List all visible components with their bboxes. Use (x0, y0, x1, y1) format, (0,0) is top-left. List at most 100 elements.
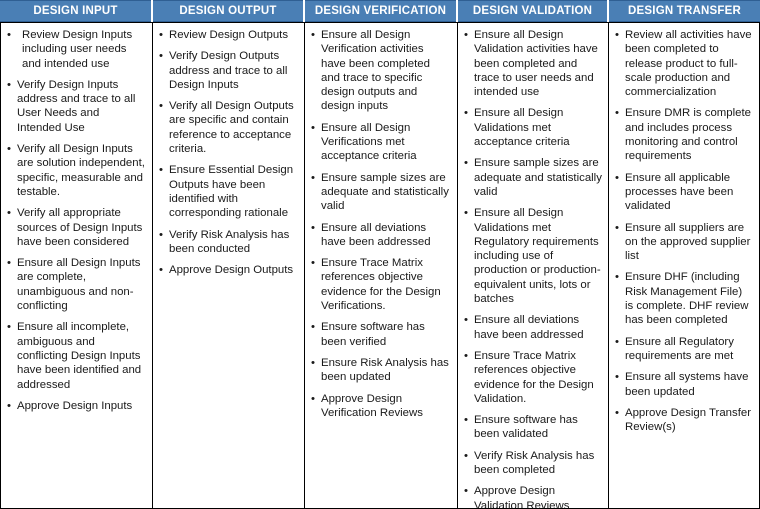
checklist-item: • Ensure all Design Inputs are complete, … (5, 256, 146, 313)
checklist-item: • Ensure sample sizes are adequate and st… (309, 171, 451, 214)
checklist-item-label: Verify Design Inputs address and trace t… (17, 78, 136, 134)
checklist-item: • Ensure Risk Analysis has been updated (309, 356, 451, 385)
checklist-item-label: Ensure all Design Verifications met acce… (321, 121, 417, 163)
bullet-icon: • (464, 485, 468, 498)
checklist-item-label: Approve Design Inputs (17, 399, 133, 412)
checklist-item-label: Review all activities have been complete… (625, 29, 752, 99)
checklist-item: • Ensure software has been validated (462, 413, 602, 442)
bullet-icon: • (464, 29, 468, 41)
table-header-row: DESIGN INPUT DESIGN OUTPUT DESIGN VERIFI… (0, 0, 760, 22)
column-header-design-validation: DESIGN VALIDATION (458, 0, 607, 22)
bullet-icon: • (615, 107, 619, 120)
bullet-icon: • (615, 335, 619, 348)
column-header-design-verification: DESIGN VERIFICATION (305, 0, 456, 22)
design-control-checklist-table: DESIGN INPUT DESIGN OUTPUT DESIGN VERIFI… (0, 0, 760, 509)
bullet-icon: • (7, 257, 11, 270)
column-body-design-input: • Review Design Inputs including user nee… (1, 23, 152, 508)
checklist-item: • Verify all Design Outputs are specific … (157, 99, 298, 156)
checklist-item-label: Approve Design Verification Reviews (321, 392, 423, 419)
checklist-item-label: Review Design Outputs (169, 29, 289, 41)
checklist-item: • Ensure all Design Validations met accep… (462, 106, 602, 149)
checklist-item: • Approve Design Verification Reviews (309, 392, 451, 421)
checklist-item: • Verify Risk Analysis has been conducted (157, 228, 298, 257)
checklist-item-label: Approve Design Validation Reviews (474, 485, 570, 508)
table-body-row: • Review Design Inputs including user nee… (0, 22, 760, 509)
checklist-item-label: Approve Design Outputs (169, 264, 294, 277)
checklist-item-label: Review Design Inputs including user need… (22, 29, 133, 70)
checklist-item-label: Ensure all applicable processes have bee… (625, 171, 734, 213)
checklist-design-input: • Review Design Inputs including user nee… (5, 28, 146, 413)
checklist-item-label: Verify Risk Analysis has been conducted (169, 228, 290, 255)
column-body-design-validation: • Ensure all Design Validation activities… (457, 23, 608, 508)
checklist-item: • Ensure all deviations have been address… (462, 313, 602, 342)
checklist-item-label: Ensure sample sizes are adequate and sta… (321, 171, 449, 213)
checklist-item: • Verify Design Outputs address and trace… (157, 49, 298, 92)
checklist-item-label: Ensure all deviations have been addresse… (321, 221, 431, 248)
checklist-design-output: • Review Design Outputs • Verify Design Out… (157, 28, 298, 277)
checklist-item-label: Ensure software has been verified (321, 321, 425, 348)
checklist-item: • Ensure all Design Verification activiti… (309, 28, 451, 114)
column-body-design-transfer: • Review all activities have been complet… (608, 23, 759, 508)
checklist-item: • Ensure all suppliers are on the approve… (613, 221, 753, 264)
checklist-item-label: Ensure Trace Matrix references objective… (474, 349, 594, 405)
bullet-icon: • (7, 29, 11, 41)
checklist-design-verification: • Ensure all Design Verification activiti… (309, 28, 451, 420)
bullet-icon: • (464, 314, 468, 327)
checklist-item-label: Ensure all Design Inputs are complete, u… (17, 257, 141, 313)
bullet-icon: • (615, 221, 619, 234)
checklist-item: • Ensure Trace Matrix references objectiv… (309, 256, 451, 313)
checklist-item: • Ensure DMR is complete and includes pro… (613, 106, 753, 163)
checklist-item-label: Ensure all Design Verification activitie… (321, 29, 430, 113)
checklist-item-label: Ensure all Design Validations met accept… (474, 107, 570, 149)
checklist-item: • Verify Risk Analysis has been completed (462, 449, 602, 478)
checklist-item-label: Ensure all Regulatory requirements are m… (625, 335, 734, 362)
column-header-design-transfer: DESIGN TRANSFER (609, 0, 760, 22)
bullet-icon: • (311, 321, 315, 334)
checklist-item: • Ensure all systems have been updated (613, 370, 753, 399)
column-header-design-input: DESIGN INPUT (0, 0, 151, 22)
checklist-item-label: Ensure all suppliers are on the approved… (625, 221, 751, 263)
checklist-item-label: Ensure all systems have been updated (625, 371, 749, 398)
checklist-design-transfer: • Review all activities have been complet… (613, 28, 753, 434)
bullet-icon: • (7, 78, 11, 91)
checklist-item-label: Ensure software has been validated (474, 414, 578, 441)
checklist-item-label: Verify all Design Inputs are solution in… (17, 143, 145, 198)
checklist-item: • Ensure all Design Validation activities… (462, 28, 602, 99)
checklist-item: • Review Design Inputs including user nee… (5, 28, 146, 71)
checklist-item: • Ensure sample sizes are adequate and st… (462, 156, 602, 199)
bullet-icon: • (311, 121, 315, 134)
checklist-item-label: Verify all appropriate sources of Design… (17, 207, 143, 248)
checklist-item: • Verify all Design Inputs are solution i… (5, 142, 146, 199)
bullet-icon: • (7, 399, 11, 412)
bullet-icon: • (615, 406, 619, 419)
bullet-icon: • (464, 349, 468, 362)
bullet-icon: • (464, 207, 468, 220)
bullet-icon: • (311, 171, 315, 184)
bullet-icon: • (615, 271, 619, 284)
bullet-icon: • (311, 392, 315, 405)
checklist-item: • Ensure all incomplete, ambiguous and co… (5, 320, 146, 391)
checklist-item: • Ensure all applicable processes have be… (613, 171, 753, 214)
checklist-item: • Review Design Outputs (157, 28, 298, 42)
bullet-icon: • (311, 356, 315, 369)
checklist-item: • Ensure all Design Validations met Regul… (462, 206, 602, 306)
checklist-item-label: Ensure Essential Design Outputs have bee… (169, 164, 294, 220)
bullet-icon: • (311, 257, 315, 270)
bullet-icon: • (159, 29, 163, 41)
checklist-item: • Review all activities have been complet… (613, 28, 753, 99)
bullet-icon: • (159, 50, 163, 63)
checklist-item-label: Approve Design Transfer Review(s) (625, 406, 751, 434)
checklist-item: • Ensure Essential Design Outputs have be… (157, 163, 298, 220)
bullet-icon: • (615, 371, 619, 384)
checklist-item: • Approve Design Inputs (5, 399, 146, 413)
checklist-item: • Ensure Trace Matrix references objectiv… (462, 349, 602, 406)
checklist-item: • Approve Design Transfer Review(s) (613, 406, 753, 435)
checklist-item-label: Ensure all Design Validations met Regula… (474, 207, 601, 306)
bullet-icon: • (159, 228, 163, 241)
bullet-icon: • (159, 100, 163, 113)
bullet-icon: • (464, 414, 468, 427)
checklist-item: • Approve Design Outputs (157, 263, 298, 277)
checklist-item-label: Ensure sample sizes are adequate and sta… (474, 157, 602, 198)
bullet-icon: • (7, 321, 11, 334)
bullet-icon: • (464, 157, 468, 170)
